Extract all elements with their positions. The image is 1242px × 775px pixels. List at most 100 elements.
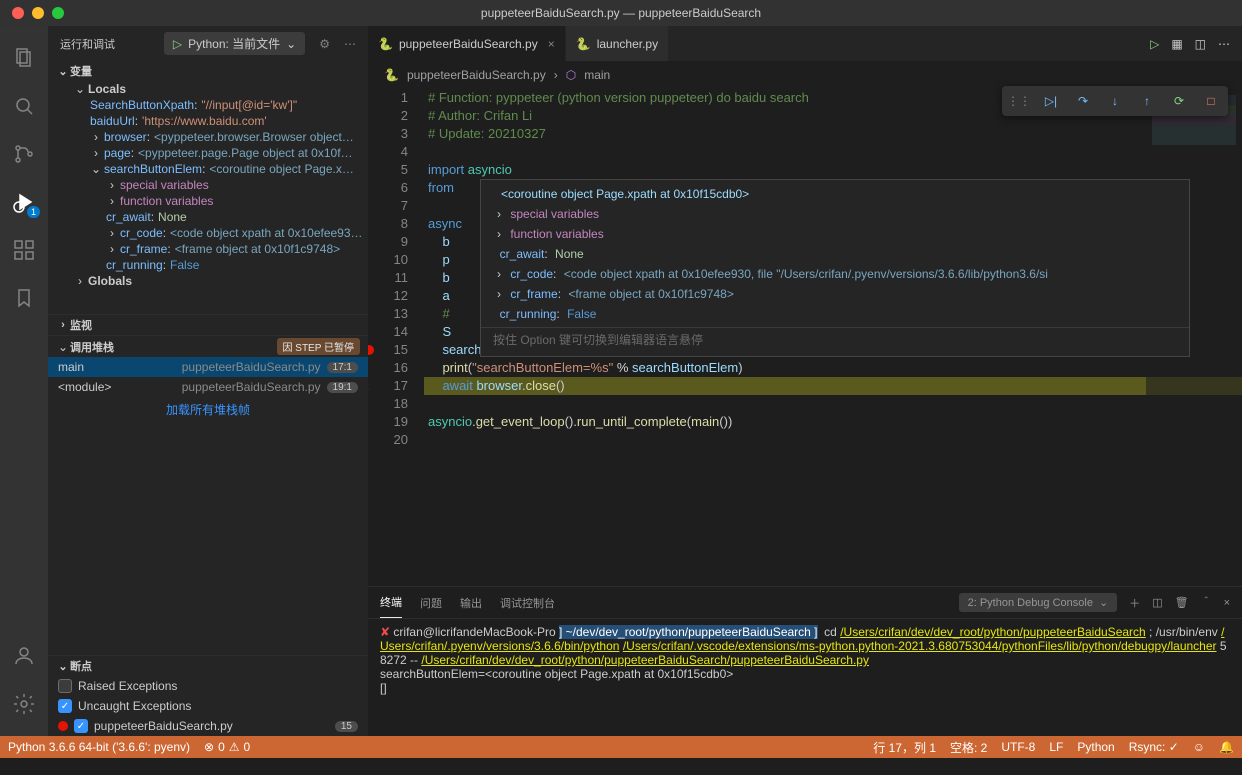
- variables-section-header[interactable]: ⌄ 变量: [48, 61, 368, 81]
- split-editor-icon[interactable]: ◫: [1195, 37, 1206, 51]
- line-gutter[interactable]: 123 456 789 101112 1314 15 16 ▷17 181920: [368, 89, 424, 586]
- terminal[interactable]: ✘ crifan@licrifandeMacBook-Pro ] ~/dev/d…: [368, 619, 1242, 736]
- minimize-window-button[interactable]: [32, 7, 44, 19]
- breakpoint-item[interactable]: ✓ Uncaught Exceptions: [48, 696, 368, 716]
- debug-config-selector[interactable]: ▷ Python: 当前文件 ⌄: [164, 32, 305, 55]
- var-row[interactable]: SearchButtonXpath: "//input[@id='kw']": [48, 97, 368, 113]
- breakpoint-count: 15: [335, 721, 358, 732]
- activity-bar: 1: [0, 26, 48, 736]
- run-debug-icon[interactable]: 1: [0, 178, 48, 226]
- split-terminal-icon[interactable]: ◫: [1152, 596, 1162, 609]
- var-row[interactable]: cr_await: None: [48, 209, 368, 225]
- step-over-button[interactable]: ↷: [1072, 90, 1094, 112]
- new-terminal-icon[interactable]: ＋: [1129, 595, 1140, 611]
- tab-file[interactable]: 🐍 puppeteerBaiduSearch.py ×: [368, 26, 566, 61]
- search-icon[interactable]: [0, 82, 48, 130]
- checkbox[interactable]: ✓: [74, 719, 88, 733]
- status-cursor[interactable]: 行 17，列 1: [873, 739, 936, 756]
- more-actions-icon[interactable]: ⋯: [1218, 37, 1230, 51]
- load-all-frames[interactable]: 加载所有堆栈帧: [48, 397, 368, 422]
- breakpoint-item[interactable]: Raised Exceptions: [48, 676, 368, 696]
- breakpoints-section-header[interactable]: ⌄断点: [48, 656, 368, 676]
- tab-terminal[interactable]: 终端: [380, 587, 402, 618]
- drag-handle-icon[interactable]: ⋮⋮: [1008, 90, 1030, 112]
- watch-section-header[interactable]: ›监视: [48, 315, 368, 335]
- var-row[interactable]: baiduUrl: 'https://www.baidu.com': [48, 113, 368, 129]
- explorer-icon[interactable]: [0, 34, 48, 82]
- var-row[interactable]: ›function variables: [48, 193, 368, 209]
- account-icon[interactable]: [0, 632, 48, 680]
- restart-button[interactable]: ⟳: [1168, 90, 1190, 112]
- stop-button[interactable]: □: [1200, 90, 1222, 112]
- status-interpreter[interactable]: Python 3.6.6 64-bit ('3.6.6': pyenv): [8, 740, 190, 754]
- diff-icon[interactable]: ▦: [1171, 37, 1182, 51]
- var-row[interactable]: ›page: <pyppeteer.page.Page object at 0x…: [48, 145, 368, 161]
- scope-globals[interactable]: ›Globals: [48, 273, 368, 289]
- run-icon[interactable]: ▷: [1150, 37, 1159, 51]
- breakpoint-item[interactable]: ✓ puppeteerBaiduSearch.py 15: [48, 716, 368, 736]
- hover-hint: 按住 Option 键可切换到编辑器语言悬停: [481, 327, 1189, 352]
- var-row[interactable]: ⌄searchButtonElem: <coroutine object Pag…: [48, 161, 368, 177]
- terminal-selector[interactable]: 2: Python Debug Console ⌄: [959, 593, 1118, 612]
- maximize-window-button[interactable]: [52, 7, 64, 19]
- titlebar: puppeteerBaiduSearch.py — puppeteerBaidu…: [0, 0, 1242, 26]
- var-row[interactable]: ›cr_frame: <frame object at 0x10f1c9748>: [48, 241, 368, 257]
- more-icon[interactable]: ⋯: [344, 37, 356, 51]
- callstack-status: 因 STEP 已暂停: [277, 338, 361, 355]
- stack-frame[interactable]: main puppeteerBaiduSearch.py 17:1: [48, 357, 368, 377]
- variables-tree[interactable]: ⌄Locals SearchButtonXpath: "//input[@id=…: [48, 81, 368, 314]
- var-row[interactable]: ›special variables: [48, 177, 368, 193]
- step-out-button[interactable]: ↑: [1136, 90, 1158, 112]
- tab-output[interactable]: 输出: [460, 588, 482, 618]
- editor-tabs: 🐍 puppeteerBaiduSearch.py × 🐍 launcher.p…: [368, 26, 1242, 61]
- window-title: puppeteerBaiduSearch.py — puppeteerBaidu…: [481, 6, 761, 20]
- code-content[interactable]: # Function: pyppeteer (python version pu…: [424, 89, 1242, 586]
- window-controls: [0, 7, 64, 19]
- status-indent[interactable]: 空格: 2: [950, 739, 987, 756]
- chevron-down-icon: ⌄: [286, 37, 296, 51]
- settings-gear-icon[interactable]: [0, 680, 48, 728]
- breakpoint-dot-icon: [58, 721, 68, 731]
- feedback-icon[interactable]: ☺: [1193, 740, 1205, 754]
- editor-area: 🐍 puppeteerBaiduSearch.py × 🐍 launcher.p…: [368, 26, 1242, 736]
- code-editor[interactable]: 123 456 789 101112 1314 15 16 ▷17 181920…: [368, 89, 1242, 586]
- config-gear-icon[interactable]: ⚙: [319, 37, 330, 51]
- start-debug-icon[interactable]: ▷: [173, 37, 182, 51]
- var-row[interactable]: ›browser: <pyppeteer.browser.Browser obj…: [48, 129, 368, 145]
- status-eol[interactable]: LF: [1049, 740, 1063, 754]
- breakpoint-dot-icon[interactable]: [368, 345, 374, 355]
- checkbox[interactable]: [58, 679, 72, 693]
- tab-problems[interactable]: 问题: [420, 588, 442, 618]
- stack-frame[interactable]: <module> puppeteerBaiduSearch.py 19:1: [48, 377, 368, 397]
- python-file-icon: 🐍: [384, 68, 399, 82]
- close-panel-icon[interactable]: ×: [1224, 597, 1230, 609]
- close-tab-icon[interactable]: ×: [548, 37, 555, 51]
- notifications-icon[interactable]: 🔔: [1219, 740, 1234, 754]
- checkbox[interactable]: ✓: [58, 699, 72, 713]
- source-control-icon[interactable]: [0, 130, 48, 178]
- debug-badge: 1: [27, 206, 40, 218]
- python-file-icon: 🐍: [576, 37, 591, 51]
- bookmark-icon[interactable]: [0, 274, 48, 322]
- debug-toolbar[interactable]: ⋮⋮ ▷| ↷ ↓ ↑ ⟳ □: [1002, 86, 1228, 116]
- status-bar: Python 3.6.6 64-bit ('3.6.6': pyenv) ⊗0 …: [0, 736, 1242, 758]
- status-language[interactable]: Python: [1077, 740, 1114, 754]
- kill-terminal-icon[interactable]: 🗑: [1175, 596, 1189, 609]
- debug-hover-popup[interactable]: <coroutine object Page.xpath at 0x10f15c…: [480, 179, 1190, 357]
- status-problems[interactable]: ⊗0 ⚠0: [204, 740, 250, 754]
- tab-debug-console[interactable]: 调试控制台: [500, 588, 555, 618]
- variables-label: 变量: [70, 63, 92, 79]
- status-rsync[interactable]: Rsync: ✓: [1129, 740, 1179, 754]
- var-row[interactable]: cr_running: False: [48, 257, 368, 273]
- continue-button[interactable]: ▷|: [1040, 90, 1062, 112]
- maximize-panel-icon[interactable]: ＾: [1201, 595, 1212, 611]
- var-row[interactable]: ›cr_code: <code object xpath at 0x10efee…: [48, 225, 368, 241]
- extensions-icon[interactable]: [0, 226, 48, 274]
- status-encoding[interactable]: UTF-8: [1001, 740, 1035, 754]
- step-into-button[interactable]: ↓: [1104, 90, 1126, 112]
- scope-locals[interactable]: ⌄Locals: [48, 81, 368, 97]
- close-window-button[interactable]: [12, 7, 24, 19]
- callstack-section-header[interactable]: ⌄调用堆栈 因 STEP 已暂停: [48, 336, 368, 357]
- tab-file[interactable]: 🐍 launcher.py: [566, 26, 669, 61]
- breadcrumbs[interactable]: 🐍 puppeteerBaiduSearch.py › ⬡ main: [368, 61, 1242, 89]
